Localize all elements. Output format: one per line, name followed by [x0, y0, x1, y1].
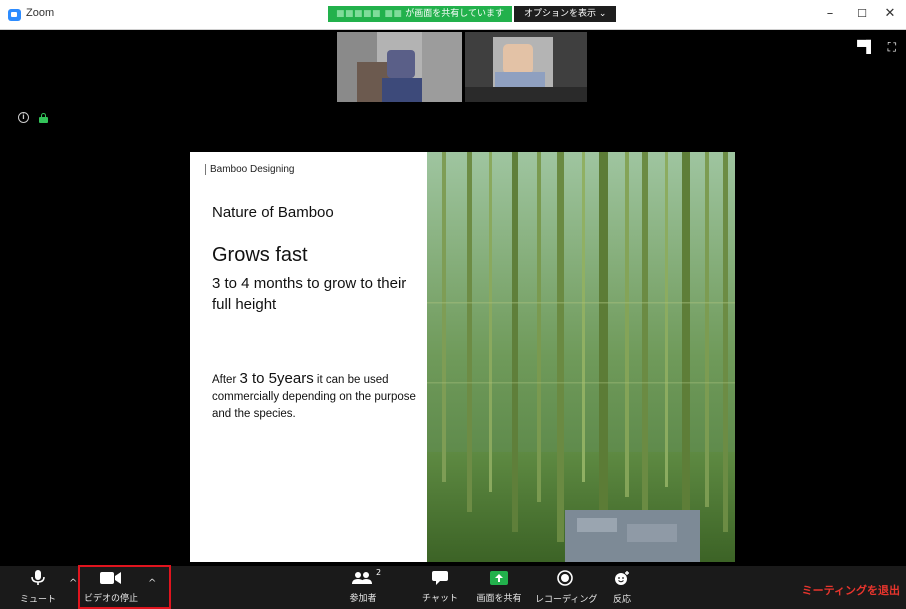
annotation-highlight-box [78, 565, 171, 609]
view-options-button[interactable]: オプションを表示 ⌄ [514, 6, 617, 22]
share-screen-icon [490, 571, 508, 585]
reactions-button[interactable]: 反応 [604, 570, 640, 605]
speaker-view-icon[interactable]: ▀▌ [857, 40, 875, 55]
bamboo-forest-photo [427, 152, 735, 562]
slide-tag: Bamboo Designing [205, 164, 295, 175]
participants-label: 参加者 [349, 594, 377, 604]
mute-label: ミュート [19, 595, 56, 605]
view-controls: ▀▌ ⛶ [857, 40, 896, 55]
bamboo-forest-image [427, 152, 735, 562]
chat-label: チャット [422, 594, 458, 604]
chat-icon [432, 571, 448, 585]
maximize-button[interactable]: ☐ [852, 7, 872, 20]
slide-text-panel: Bamboo Designing Nature of Bamboo Grows … [190, 152, 427, 562]
zoom-logo-icon [8, 9, 21, 21]
share-screen-button[interactable]: 画面を共有 [473, 570, 525, 604]
shared-slide: Bamboo Designing Nature of Bamboo Grows … [190, 152, 735, 562]
screen-share-banner: ■■■■■ ■■ が画面を共有しています オプションを表示 ⌄ [328, 6, 617, 22]
chat-button[interactable]: チャット [416, 570, 464, 604]
participant-video-2[interactable] [465, 32, 587, 102]
fullscreen-icon[interactable]: ⛶ [888, 40, 896, 55]
slide-subtitle: Nature of Bamboo [212, 204, 334, 221]
microphone-icon [31, 570, 45, 585]
reactions-label: 反応 [612, 595, 631, 605]
participants-count: 2 [376, 568, 382, 577]
leave-meeting-button[interactable]: ミーティングを退出 [802, 582, 900, 598]
participant-video-1[interactable] [337, 32, 462, 102]
view-options-label: オプションを表示 [524, 9, 597, 19]
record-button[interactable]: レコーディング [535, 570, 598, 605]
close-button[interactable]: ✕ [880, 6, 900, 21]
record-icon [557, 570, 573, 586]
slide-body-prefix: After [212, 374, 240, 386]
sharer-name: ■■■■■ ■■ [336, 9, 403, 19]
slide-body-highlight: 3 to 5years [239, 370, 314, 387]
audio-options-caret-icon[interactable]: ^ [69, 578, 77, 589]
minimize-button[interactable]: – [820, 6, 840, 21]
meeting-info-icon[interactable]: i [18, 112, 29, 123]
title-bar: Zoom ■■■■■ ■■ が画面を共有しています オプションを表示 ⌄ – ☐… [0, 0, 906, 30]
mute-button[interactable]: ミュート [14, 570, 62, 605]
share-screen-label: 画面を共有 [476, 594, 522, 604]
meeting-info: i [18, 112, 48, 123]
record-label: レコーディング [535, 595, 598, 605]
chevron-down-icon: ⌄ [598, 9, 607, 19]
participants-button[interactable]: 2 参加者 [339, 568, 387, 604]
slide-body: After 3 to 5years it can be used commerc… [212, 370, 427, 423]
participants-icon [352, 572, 372, 584]
reaction-smiley-icon [615, 571, 629, 585]
slide-heading: Grows fast [212, 244, 308, 266]
window-title: Zoom [26, 7, 55, 19]
slide-description: 3 to 4 months to grow to their full heig… [212, 275, 407, 313]
share-status-text: が画面を共有しています [405, 9, 504, 19]
share-status: ■■■■■ ■■ が画面を共有しています [328, 6, 512, 22]
lock-icon[interactable] [39, 112, 48, 123]
